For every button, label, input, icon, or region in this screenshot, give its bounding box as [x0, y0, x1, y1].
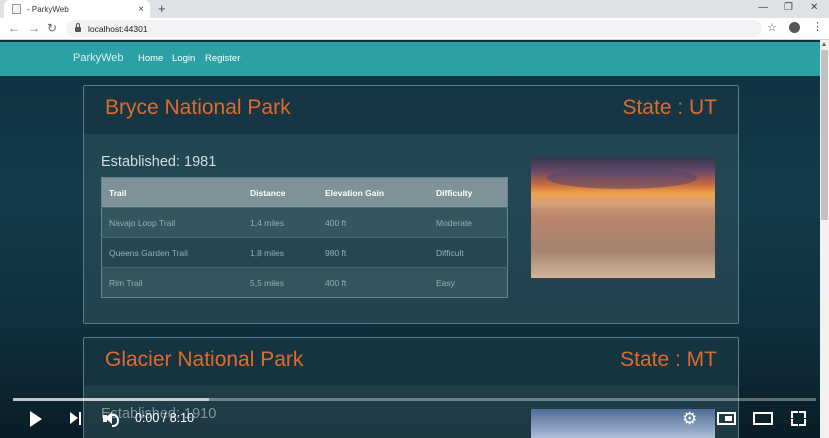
bookmark-star-icon[interactable]: ☆	[767, 21, 777, 34]
address-bar: ← → ↻ localhost:44301 ☆ ⋮	[0, 18, 829, 40]
scroll-up-arrow-icon[interactable]	[822, 42, 826, 46]
trail-name-cell: Rim Trail	[101, 267, 243, 298]
restore-button[interactable]: ❐	[784, 2, 793, 13]
park-state: State : UT	[622, 96, 717, 119]
trail-name-cell: Navajo Loop Trail	[101, 207, 243, 238]
play-icon[interactable]	[30, 411, 42, 427]
back-button[interactable]: ←	[8, 21, 20, 35]
park-photo	[531, 157, 715, 278]
tab-title: - ParkyWeb	[27, 4, 69, 14]
new-tab-button[interactable]: +	[158, 1, 166, 16]
url-text: localhost:44301	[88, 23, 148, 34]
column-header-elevation: Elevation Gain	[318, 177, 429, 208]
fullscreen-corner	[791, 411, 798, 418]
trail-distance-cell: 5,5 miles	[243, 267, 318, 298]
page-favicon-icon	[12, 4, 21, 14]
forward-button[interactable]: →	[28, 21, 40, 35]
trail-distance-cell: 1,8 miles	[243, 237, 318, 268]
photo-cloud-shape	[547, 167, 697, 189]
column-header-trail: Trail	[101, 177, 243, 208]
browser-menu-icon[interactable]: ⋮	[812, 20, 823, 33]
park-card-header: Bryce National Park State : UT	[84, 86, 738, 134]
tab-close-icon[interactable]: ×	[138, 4, 144, 15]
navbar-brand[interactable]: ParkyWeb	[73, 52, 124, 64]
park-name: Glacier National Park	[105, 348, 304, 371]
park-established: Established: 1981	[101, 154, 217, 170]
url-field[interactable]: localhost:44301	[66, 20, 762, 37]
page-scrollbar[interactable]	[820, 40, 829, 438]
video-buffered-bar	[13, 398, 209, 401]
profile-avatar-icon[interactable]	[789, 22, 800, 33]
window-close-button[interactable]: ✕	[810, 2, 818, 13]
fullscreen-corner	[799, 419, 806, 426]
video-page: ParkyWeb Home Login Register Bryce Natio…	[0, 40, 820, 438]
trail-distance-cell: 1,4 miles	[243, 207, 318, 238]
fullscreen-icon[interactable]	[791, 411, 806, 426]
park-card: Bryce National Park State : UT Establish…	[83, 85, 739, 324]
park-state: State : MT	[620, 348, 717, 371]
table-header-row: Trail Distance Elevation Gain Difficulty	[101, 177, 508, 208]
trail-difficulty-cell: Moderate	[429, 207, 508, 238]
minimize-button[interactable]: —	[758, 2, 768, 13]
video-timecode: 0:00 / 8:10	[135, 411, 195, 425]
next-video-icon[interactable]	[70, 412, 82, 425]
nav-link-register[interactable]: Register	[205, 53, 240, 64]
table-row: Navajo Loop Trail 1,4 miles 400 ft Moder…	[101, 207, 508, 238]
trail-difficulty-cell: Easy	[429, 267, 508, 298]
column-header-distance: Distance	[243, 177, 318, 208]
park-name: Bryce National Park	[105, 96, 291, 119]
fullscreen-corner	[799, 411, 806, 418]
photo-canyon-shape	[531, 208, 715, 278]
fullscreen-corner	[791, 419, 798, 426]
trail-elevation-cell: 400 ft	[318, 267, 429, 298]
park-card-header: Glacier National Park State : MT	[84, 338, 738, 386]
scrollbar-thumb[interactable]	[821, 50, 828, 220]
theater-mode-icon[interactable]	[753, 412, 773, 425]
lock-icon	[75, 23, 81, 32]
nav-link-login[interactable]: Login	[172, 53, 195, 64]
table-row: Rim Trail 5,5 miles 400 ft Easy	[101, 267, 508, 298]
browser-tabstrip: - ParkyWeb × + — ❐ ✕	[0, 0, 829, 18]
trail-elevation-cell: 400 ft	[318, 207, 429, 238]
miniplayer-icon[interactable]	[717, 412, 736, 425]
trail-difficulty-cell: Difficult	[429, 237, 508, 268]
miniplayer-inset-shape	[725, 416, 732, 421]
table-row: Queens Garden Trail 1,8 miles 980 ft Dif…	[101, 237, 508, 268]
trails-table: Trail Distance Elevation Gain Difficulty…	[101, 177, 508, 298]
trail-elevation-cell: 980 ft	[318, 237, 429, 268]
column-header-difficulty: Difficulty	[429, 177, 508, 208]
settings-gear-icon[interactable]: ⚙	[682, 410, 699, 427]
trail-name-cell: Queens Garden Trail	[101, 237, 243, 268]
reload-button[interactable]: ↻	[47, 21, 57, 35]
browser-tab[interactable]: - ParkyWeb ×	[4, 0, 150, 18]
site-navbar: ParkyWeb Home Login Register	[0, 42, 820, 76]
video-progress-bar[interactable]	[13, 398, 816, 401]
nav-link-home[interactable]: Home	[138, 53, 163, 64]
